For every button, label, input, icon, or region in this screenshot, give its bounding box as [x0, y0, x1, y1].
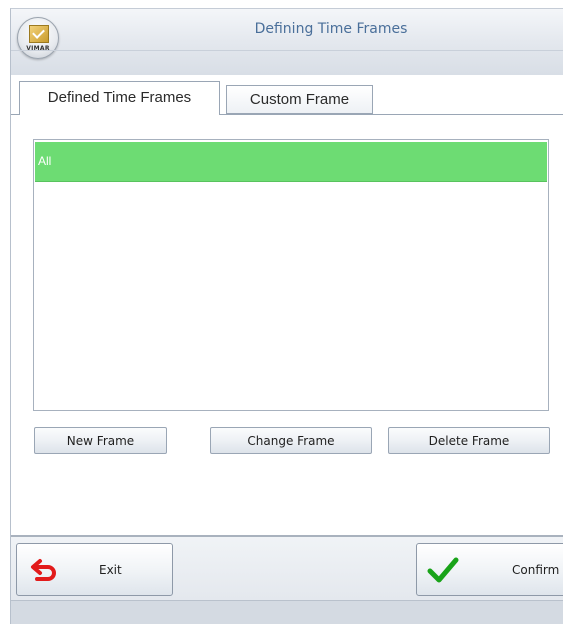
checkmark-icon [427, 557, 459, 583]
exit-label: Exit [99, 563, 122, 577]
app-window: VIMAR Defining Time Frames Defined Time … [10, 8, 563, 624]
title-bar: VIMAR Defining Time Frames [11, 9, 563, 75]
vimar-logo-icon [29, 25, 49, 43]
confirm-label: Confirm [512, 563, 560, 577]
list-item-all[interactable]: All [35, 142, 547, 182]
app-menu-button[interactable]: VIMAR [17, 17, 59, 59]
titlebar-divider [11, 50, 563, 51]
change-frame-button[interactable]: Change Frame [210, 427, 372, 454]
status-strip [11, 600, 563, 624]
new-frame-button[interactable]: New Frame [34, 427, 167, 454]
tab-defined-time-frames[interactable]: Defined Time Frames [19, 81, 220, 115]
delete-frame-button[interactable]: Delete Frame [388, 427, 550, 454]
confirm-button[interactable]: Confirm [416, 543, 563, 596]
time-frames-list[interactable]: All [33, 139, 549, 411]
exit-button[interactable]: Exit [16, 543, 173, 596]
tab-custom-frame[interactable]: Custom Frame [226, 85, 373, 114]
window-title: Defining Time Frames [254, 21, 408, 37]
bottom-action-bar: Exit Confirm [11, 537, 563, 600]
exit-arrow-icon [31, 559, 56, 581]
